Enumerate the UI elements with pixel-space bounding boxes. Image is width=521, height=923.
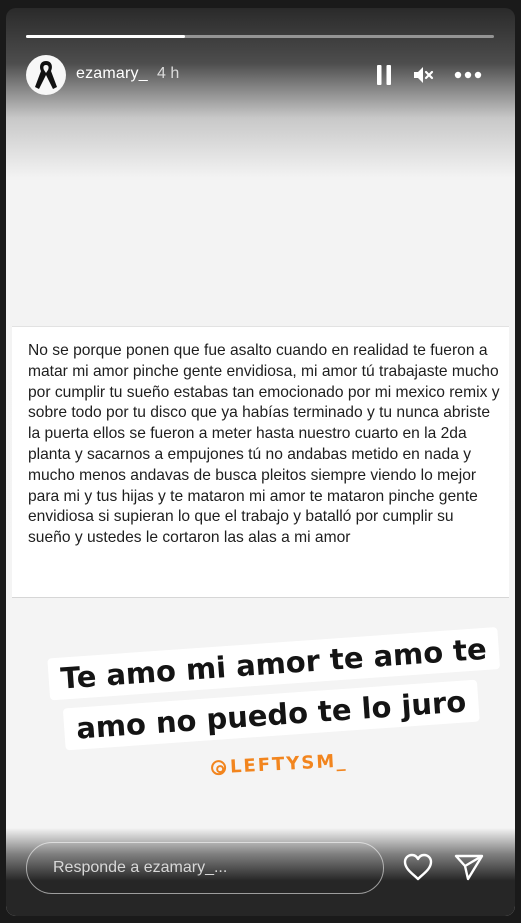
more-dots-icon	[454, 71, 482, 79]
at-sign-icon	[210, 759, 227, 776]
mute-button[interactable]	[412, 63, 436, 87]
send-icon	[454, 854, 484, 881]
reply-bar	[6, 828, 515, 916]
text-sticker: Te amo mi amor te amo te amo no puedo te…	[6, 602, 515, 777]
pause-button[interactable]	[374, 63, 394, 87]
muted-speaker-icon	[414, 67, 434, 83]
pause-icon	[377, 65, 391, 85]
post-text: No se porque ponen que fue asalto cuando…	[28, 342, 500, 547]
reply-input[interactable]	[26, 842, 384, 894]
story-progress-bar	[26, 35, 494, 38]
avatar[interactable]	[26, 55, 66, 95]
heart-icon	[403, 853, 433, 881]
story-viewer: ezamary_ 4 h No se porque ponen que fue …	[6, 8, 515, 916]
story-progress-fill	[26, 35, 186, 38]
more-options-button[interactable]	[453, 63, 483, 87]
post-screenshot: No se porque ponen que fue asalto cuando…	[12, 326, 509, 598]
username[interactable]: ezamary_	[76, 65, 148, 83]
share-button[interactable]	[454, 853, 484, 883]
like-button[interactable]	[403, 853, 433, 883]
black-ribbon-icon	[35, 61, 57, 89]
post-timestamp: 4 h	[157, 65, 180, 82]
